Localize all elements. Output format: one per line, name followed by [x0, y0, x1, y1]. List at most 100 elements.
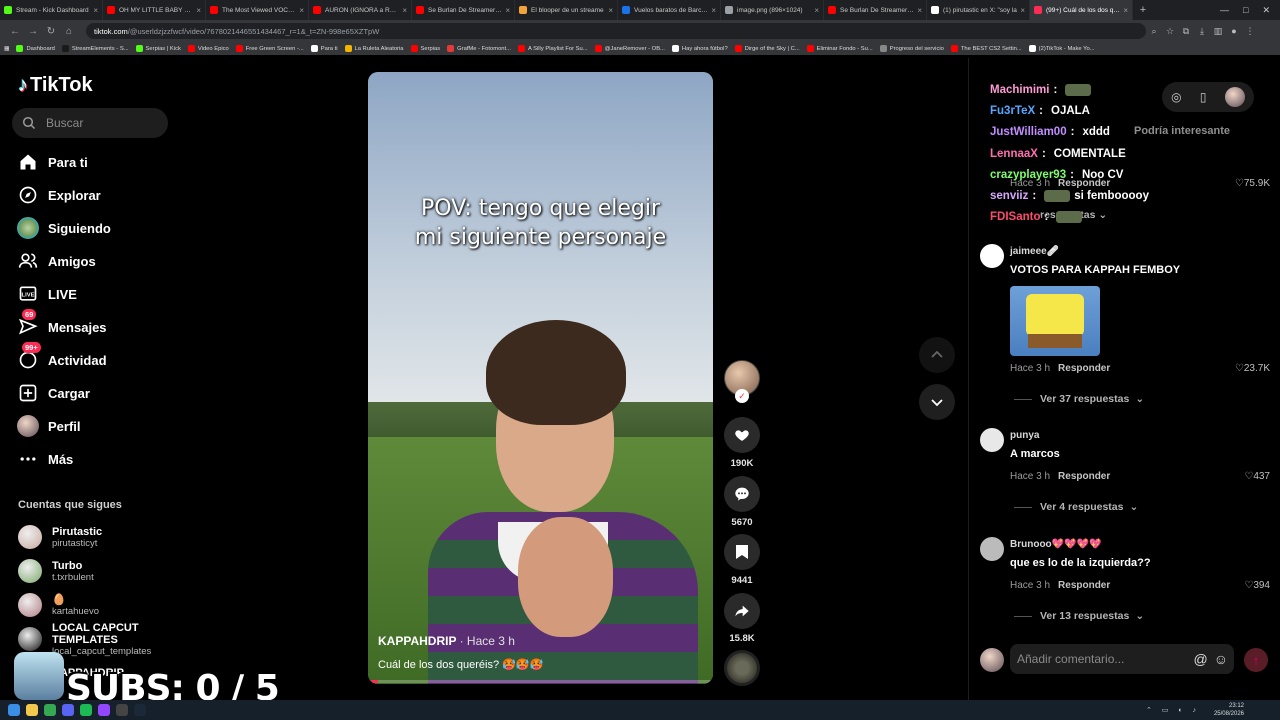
- mention-icon[interactable]: @: [1193, 651, 1207, 667]
- comment-like-button[interactable]: ♡23.7K: [1235, 363, 1270, 374]
- tab-close-icon[interactable]: ×: [196, 6, 201, 15]
- comment-username[interactable]: Brunooo💖💖💖💖: [1010, 539, 1101, 550]
- browser-tab[interactable]: The Most Viewed VOCALO ×: [206, 0, 309, 20]
- video-author[interactable]: KAPPAHDRIP · Hace 3 h: [378, 634, 515, 648]
- comment-input[interactable]: Añadir comentario... @ ☺: [1010, 644, 1234, 674]
- browser-tab[interactable]: (1) pirutastic en X: "soy la ×: [927, 0, 1030, 20]
- browser-tab[interactable]: OH MY LITTLE BABY BOY ×: [103, 0, 206, 20]
- bookmark-item[interactable]: Serpias | Kick: [135, 45, 181, 52]
- sidebar-item-para-ti[interactable]: Para ti: [16, 147, 176, 177]
- user-avatar[interactable]: [1224, 87, 1245, 107]
- sidebar-item-cargar[interactable]: Cargar: [16, 378, 176, 408]
- close-window-icon[interactable]: ✕: [1262, 5, 1270, 16]
- bookmark-item[interactable]: Dashboard: [16, 45, 55, 52]
- browser-tab[interactable]: image.png (896×1024) ×: [721, 0, 824, 20]
- save-button[interactable]: [724, 534, 760, 570]
- bookmark-item[interactable]: Eliminar Fondo - Su...: [806, 45, 873, 52]
- taskbar-spotify-icon[interactable]: [80, 704, 92, 716]
- next-video-button[interactable]: [919, 384, 955, 420]
- reply-link[interactable]: Responder: [1058, 471, 1110, 482]
- emoji-icon[interactable]: ☺: [1214, 651, 1228, 667]
- tiktok-logo[interactable]: ♪ TikTok: [18, 74, 93, 97]
- bookmark-item[interactable]: Serpias: [410, 45, 440, 52]
- comment-sticker-image[interactable]: [1010, 286, 1100, 356]
- explore-compass-icon[interactable]: ◎: [1171, 90, 1181, 104]
- taskbar-obs-icon[interactable]: [116, 704, 128, 716]
- sidebar-item-actividad[interactable]: 99+ Actividad: [16, 342, 176, 375]
- following-account[interactable]: LOCAL CAPCUT TEMPLATES local_capcut_templ…: [18, 622, 178, 657]
- tab-close-icon[interactable]: ×: [505, 6, 510, 15]
- view-replies-button[interactable]: Ver 4 respuestas ⌄: [1014, 501, 1138, 513]
- may-interest-tab[interactable]: Podría interesante: [1134, 125, 1230, 137]
- taskbar-chrome-icon[interactable]: [44, 704, 56, 716]
- apps-grid-icon[interactable]: ▦: [4, 46, 9, 52]
- comment-button[interactable]: [724, 476, 760, 512]
- tab-close-icon[interactable]: ×: [917, 6, 922, 15]
- sidebar-item-amigos[interactable]: Amigos: [16, 246, 176, 276]
- comment-avatar[interactable]: [980, 244, 1004, 268]
- browser-menu-icon[interactable]: ⋮: [1242, 26, 1258, 37]
- tab-close-icon[interactable]: ×: [93, 6, 98, 15]
- bookmark-item[interactable]: A Silly Playlist For Su...: [517, 45, 588, 52]
- video-progress-bar[interactable]: [368, 680, 713, 683]
- following-account[interactable]: Turbo t.txrbulent: [18, 555, 178, 587]
- search-input[interactable]: Buscar: [12, 108, 168, 138]
- bookmark-item[interactable]: (2)TikTok - Make Yo...: [1028, 45, 1095, 52]
- bookmark-item[interactable]: The BEST CS2 Settin...: [950, 45, 1022, 52]
- comment-like-count[interactable]: ♡75.9K: [1235, 178, 1270, 189]
- view-replies-button[interactable]: Ver 13 respuestas ⌄: [1014, 610, 1144, 622]
- music-disc-icon[interactable]: [724, 650, 760, 686]
- video-player[interactable]: POV: tengo que elegir mi siguiente perso…: [368, 72, 713, 684]
- taskbar-app-icon[interactable]: [98, 704, 110, 716]
- system-tray-icons[interactable]: ⌃ ▭ ◐ ♪: [1146, 706, 1200, 714]
- sidebar-item-live[interactable]: LIVE LIVE: [16, 279, 176, 309]
- reply-link[interactable]: Responder: [1058, 363, 1110, 374]
- sidebar-item-siguiendo[interactable]: Siguiendo: [16, 213, 176, 243]
- forward-icon[interactable]: →: [24, 26, 42, 37]
- sidebar-item-mas[interactable]: Más: [16, 444, 176, 474]
- tab-close-icon[interactable]: ×: [711, 6, 716, 15]
- comment-like-button[interactable]: ♡394: [1244, 580, 1270, 591]
- browser-tab[interactable]: AURON (IGNORA a REBO ×: [309, 0, 412, 20]
- sidebar-item-perfil[interactable]: Perfil: [16, 411, 176, 441]
- comment-username[interactable]: jaimeee🩹: [1010, 246, 1059, 257]
- comment-avatar[interactable]: [980, 537, 1004, 561]
- bookmark-item[interactable]: Free Green Screen -...: [235, 45, 304, 52]
- following-account[interactable]: Pirutastic pirutasticyt: [18, 521, 178, 553]
- home-browser-icon[interactable]: ⌂: [60, 26, 78, 37]
- bookmark-item[interactable]: Para ti: [310, 45, 338, 52]
- tab-close-icon[interactable]: ×: [1020, 6, 1025, 15]
- like-button[interactable]: [724, 417, 760, 453]
- sidebar-item-mensajes[interactable]: 69 Mensajes: [16, 309, 176, 342]
- browser-tab[interactable]: Se Burlan De Streamer Pa ×: [824, 0, 927, 20]
- following-account[interactable]: 🥚 kartahuevo: [18, 589, 178, 621]
- device-icon[interactable]: ▯: [1200, 90, 1207, 104]
- taskbar-discord-icon[interactable]: [62, 704, 74, 716]
- minimize-icon[interactable]: —: [1220, 5, 1229, 15]
- browser-tab[interactable]: El blooper de un streame ×: [515, 0, 618, 20]
- tab-close-icon[interactable]: ×: [1123, 6, 1128, 15]
- tab-close-icon[interactable]: ×: [814, 6, 819, 15]
- browser-tab[interactable]: (99+) Cuál de los dos que ×: [1030, 0, 1133, 20]
- browser-tab[interactable]: Vuelos baratos de Barcelo ×: [618, 0, 721, 20]
- taskbar-steam-icon[interactable]: [134, 704, 146, 716]
- tab-close-icon[interactable]: ×: [608, 6, 613, 15]
- bookmark-item[interactable]: GrafMe - Fotomont...: [447, 45, 511, 52]
- browser-tab[interactable]: Se Burlan De Streamer Pa ×: [412, 0, 515, 20]
- tab-close-icon[interactable]: ×: [299, 6, 304, 15]
- comment-username[interactable]: punya: [1010, 430, 1039, 441]
- browser-profile-icon[interactable]: ●: [1226, 26, 1242, 36]
- comment-like-button[interactable]: ♡437: [1244, 471, 1270, 482]
- extensions-icon[interactable]: ⧉: [1178, 26, 1194, 37]
- download-icon[interactable]: ⤓: [1194, 26, 1210, 37]
- browser-tab[interactable]: Stream - Kick Dashboard ×: [0, 0, 103, 20]
- video-author-name[interactable]: KAPPAHDRIP: [378, 634, 456, 648]
- maximize-icon[interactable]: □: [1243, 5, 1248, 15]
- bookmark-item[interactable]: StreamElements - S...: [61, 45, 129, 52]
- zoom-icon[interactable]: ⌕: [1146, 26, 1162, 37]
- new-tab-button[interactable]: +: [1136, 0, 1150, 20]
- url-omnibox[interactable]: tiktok.com/@userldzjzzfwcf/video/7678021…: [86, 23, 1146, 39]
- back-icon[interactable]: ←: [6, 26, 24, 37]
- bookmark-item[interactable]: Dirge of the Sky | C...: [734, 45, 800, 52]
- following-check-icon[interactable]: ✓: [735, 389, 749, 403]
